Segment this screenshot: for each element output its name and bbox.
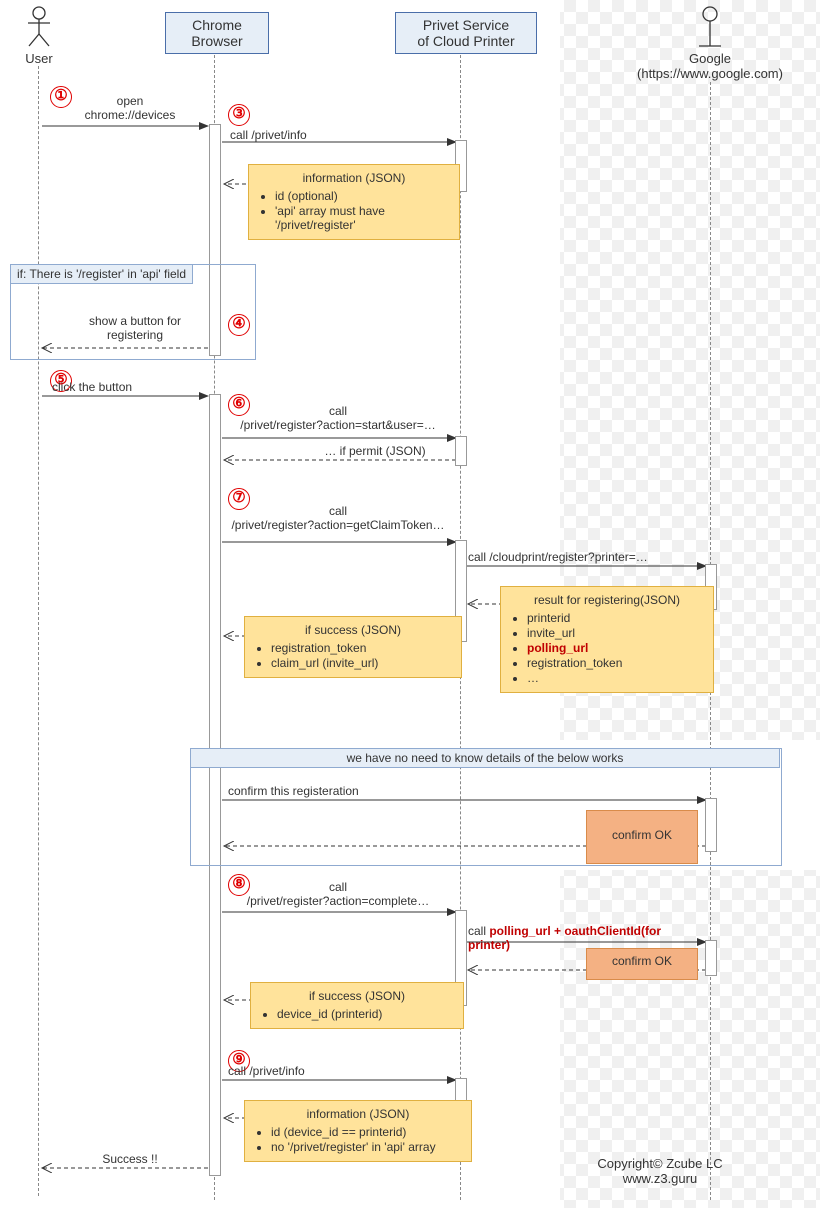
note-if-success-2: if success (JSON) device_id (printerid) [250, 982, 464, 1029]
confirm-ok-1: confirm OK [592, 828, 692, 842]
msg-call-info-1: call /privet/info [230, 128, 450, 142]
msg-if-permit: … if permit (JSON) [300, 444, 450, 458]
note-info-2: information (JSON) id (device_id == prin… [244, 1100, 472, 1162]
actor-google: Google (https://www.google.com) [620, 6, 800, 81]
activation-google-3 [705, 940, 717, 976]
note-info-1: information (JSON) id (optional) 'api' a… [248, 164, 460, 240]
actor-chrome: Chrome Browser [165, 12, 269, 54]
actor-chrome-label: Chrome Browser [191, 17, 242, 49]
msg-open-devices: open chrome://devices [55, 94, 205, 122]
fragment-if-register-label: if: There is '/register' in 'api' field [10, 264, 193, 284]
msg-success: Success !! [70, 1152, 190, 1166]
msg-click-button: click the button [52, 380, 202, 394]
actor-privet: Privet Service of Cloud Printer [395, 12, 537, 54]
actor-user-label: User [14, 51, 64, 66]
msg-call-cloud-register: call /cloudprint/register?printer=… [468, 550, 706, 564]
note-result-reg: result for registering(JSON) printerid i… [500, 586, 714, 693]
msg-call-start: call /privet/register?action=start&user=… [222, 404, 454, 432]
actor-user: User [14, 6, 64, 66]
lifeline-user [38, 66, 39, 1196]
actor-privet-label: Privet Service of Cloud Printer [417, 17, 514, 49]
msg-call-claim: call /privet/register?action=getClaimTok… [222, 504, 454, 532]
msg-call-info-2: call /privet/info [228, 1064, 448, 1078]
confirm-ok-2: confirm OK [592, 954, 692, 968]
activation-privet-2 [455, 436, 467, 466]
step-3: ③ [228, 104, 250, 126]
copyright: Copyright© Zcube LC www.z3.guru [575, 1156, 745, 1186]
actor-google-label: Google (https://www.google.com) [620, 51, 800, 81]
msg-call-polling: call polling_url + oauthClientId(for pri… [468, 910, 704, 952]
fragment-noneed-label: we have no need to know details of the b… [190, 748, 780, 768]
msg-call-complete: call /privet/register?action=complete… [222, 880, 454, 908]
note-if-success-1: if success (JSON) registration_token cla… [244, 616, 462, 678]
